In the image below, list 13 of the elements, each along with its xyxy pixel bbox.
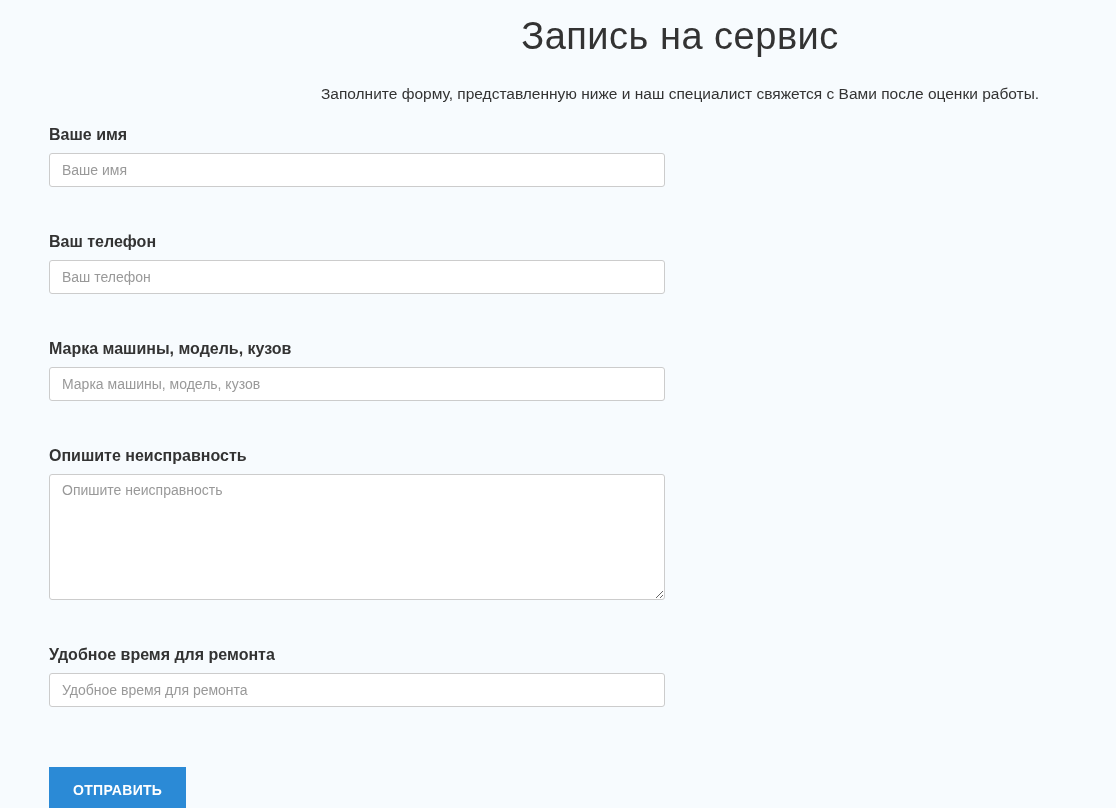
field-label: Ваш телефон	[49, 232, 158, 252]
page-title: Запись на сервис	[520, 14, 840, 58]
field-label: Ваше имя	[49, 125, 129, 145]
field-label: Удобное время для ремонта	[49, 645, 276, 665]
form-description: Заполните форму, представленную ниже и наш специалист свяжется с Вами после оценки работы.	[319, 84, 1041, 104]
input-field[interactable]: Ваш телефон	[49, 260, 665, 294]
input-field[interactable]: Марка машины, модель, кузов	[49, 367, 665, 401]
input-field[interactable]: Ваше имя	[49, 153, 665, 187]
field-label: Опишите неисправность	[49, 446, 248, 466]
field-label: Марка машины, модель, кузов	[49, 339, 293, 359]
input-field[interactable]: Удобное время для ремонта	[49, 673, 665, 707]
submit-button[interactable]: ОТПРАВИТЬ	[49, 767, 187, 808]
textarea-field[interactable]: Опишите неисправность	[49, 474, 665, 600]
